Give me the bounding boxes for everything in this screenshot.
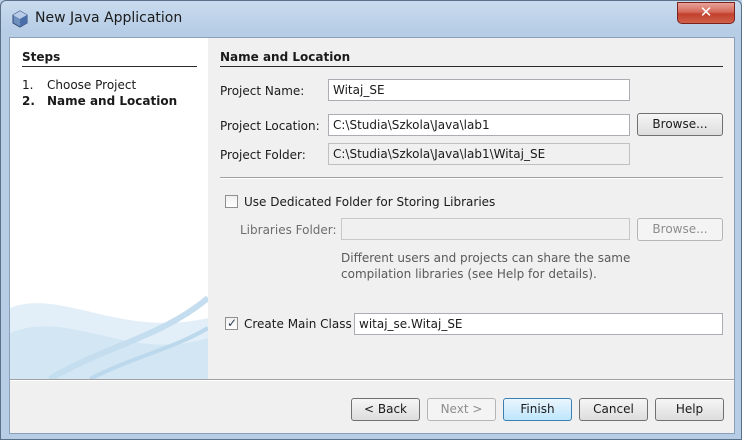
finish-button[interactable]: Finish: [503, 398, 572, 421]
main-panel: Name and Location Project Name: Witaj_SE…: [220, 38, 726, 379]
steps-panel: Steps 1. Choose Project 2. Name and Locati…: [10, 38, 208, 379]
main-class-field[interactable]: witaj_se.Witaj_SE: [354, 313, 723, 335]
dialog-window: New Java Application ✕ Steps 1. Choose Pr…: [0, 0, 742, 440]
dedicated-folder-checkbox[interactable]: [225, 195, 238, 208]
browse-libraries-button: Browse...: [637, 218, 723, 241]
step-label: Choose Project: [47, 78, 137, 92]
close-button[interactable]: ✕: [677, 2, 735, 24]
cancel-button[interactable]: Cancel: [579, 398, 648, 421]
step-name-and-location: 2. Name and Location: [22, 94, 177, 108]
next-button: Next >: [427, 398, 496, 421]
browse-location-button[interactable]: Browse...: [637, 113, 723, 136]
step-number: 1.: [22, 78, 34, 92]
project-location-label: Project Location:: [220, 119, 320, 133]
project-name-field[interactable]: Witaj_SE: [328, 79, 630, 101]
create-main-class-checkbox[interactable]: ✓: [225, 316, 238, 330]
section-separator: [220, 177, 723, 179]
checkmark-icon: ✓: [227, 316, 238, 330]
libraries-folder-label: Libraries Folder:: [240, 223, 337, 237]
section-title: Name and Location: [220, 50, 351, 64]
step-number: 2.: [22, 94, 35, 108]
button-bar-separator: [10, 379, 734, 381]
dedicated-folder-label[interactable]: Use Dedicated Folder for Storing Librari…: [244, 195, 495, 209]
libraries-help-text: Different users and projects can share t…: [341, 251, 631, 281]
title-bar[interactable]: New Java Application ✕: [1, 1, 741, 37]
help-button[interactable]: Help: [655, 398, 724, 421]
create-main-class-label[interactable]: Create Main Class: [244, 317, 352, 331]
back-button[interactable]: < Back: [351, 398, 420, 421]
project-location-field[interactable]: C:\Studia\Szkola\Java\lab1: [328, 114, 630, 136]
step-label: Name and Location: [47, 94, 178, 108]
steps-divider: [22, 66, 197, 67]
decorative-wave-graphic: [10, 295, 208, 379]
project-cube-icon: [12, 10, 28, 28]
section-divider: [220, 66, 723, 67]
dialog-client: Steps 1. Choose Project 2. Name and Locati…: [9, 37, 735, 434]
steps-title: Steps: [22, 50, 61, 64]
project-name-label: Project Name:: [220, 84, 305, 98]
step-choose-project: 1. Choose Project: [22, 78, 136, 92]
libraries-folder-field: [341, 218, 630, 240]
window-title: New Java Application: [35, 10, 183, 26]
project-folder-field: C:\Studia\Szkola\Java\lab1\Witaj_SE: [328, 143, 630, 165]
project-folder-label: Project Folder:: [220, 148, 306, 162]
